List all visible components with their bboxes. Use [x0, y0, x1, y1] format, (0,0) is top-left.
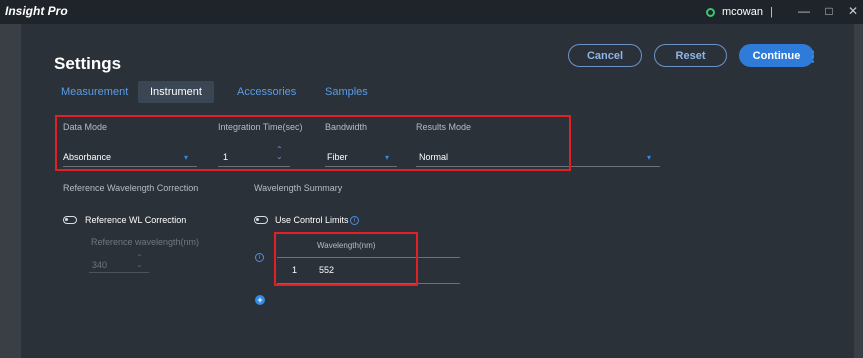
reference-wavelength-value: 340 — [92, 260, 108, 270]
stepper-down-icon: ⌄ — [136, 260, 143, 269]
wavelength-info-icon[interactable]: i — [255, 253, 264, 262]
maximize-icon[interactable]: □ — [821, 3, 837, 19]
tab-instrument[interactable]: Instrument — [138, 81, 214, 103]
wavelength-highlight-box — [274, 232, 418, 286]
reference-wavelength-underline — [89, 272, 149, 273]
user-status-icon — [706, 7, 715, 17]
page-title: Settings — [54, 54, 122, 73]
close-icon[interactable]: ✕ — [845, 3, 861, 19]
reference-section-label: Reference Wavelength Correction — [63, 183, 199, 193]
control-limits-label: Use Control Limits — [275, 215, 349, 225]
title-separator: | — [769, 6, 773, 18]
username[interactable]: mcowan — [722, 6, 763, 18]
control-limits-toggle[interactable] — [254, 216, 268, 224]
continue-button[interactable]: Continue — [739, 44, 814, 67]
reference-wavelength-stepper: ⌃ ⌄ — [136, 254, 143, 269]
minimize-icon[interactable]: — — [796, 3, 812, 19]
title-bar: Insight Pro mcowan | — □ ✕ — [0, 0, 863, 24]
reference-wl-toggle-label: Reference WL Correction — [85, 215, 187, 225]
reference-wl-toggle[interactable] — [63, 216, 77, 224]
tab-accessories[interactable]: Accessories — [237, 81, 296, 103]
add-wavelength-button[interactable]: + — [255, 295, 265, 305]
app-title: Insight Pro — [5, 4, 68, 18]
results-mode-dropdown-icon[interactable]: ▾ — [647, 153, 651, 162]
control-limits-info-icon[interactable]: i — [350, 216, 359, 225]
more-options-icon[interactable]: ⋮ — [806, 48, 820, 65]
tab-measurement[interactable]: Measurement — [61, 81, 128, 103]
tab-samples[interactable]: Samples — [325, 81, 368, 103]
summary-section-label: Wavelength Summary — [254, 183, 343, 193]
settings-panel: Settings Cancel Reset Continue ⋮ Measure… — [21, 24, 854, 358]
cancel-button[interactable]: Cancel — [568, 44, 642, 67]
reset-button[interactable]: Reset — [654, 44, 727, 67]
reference-wavelength-label: Reference wavelength(nm) — [91, 237, 200, 247]
user-area: mcowan | — [706, 4, 773, 20]
fields-highlight-box — [55, 115, 571, 171]
